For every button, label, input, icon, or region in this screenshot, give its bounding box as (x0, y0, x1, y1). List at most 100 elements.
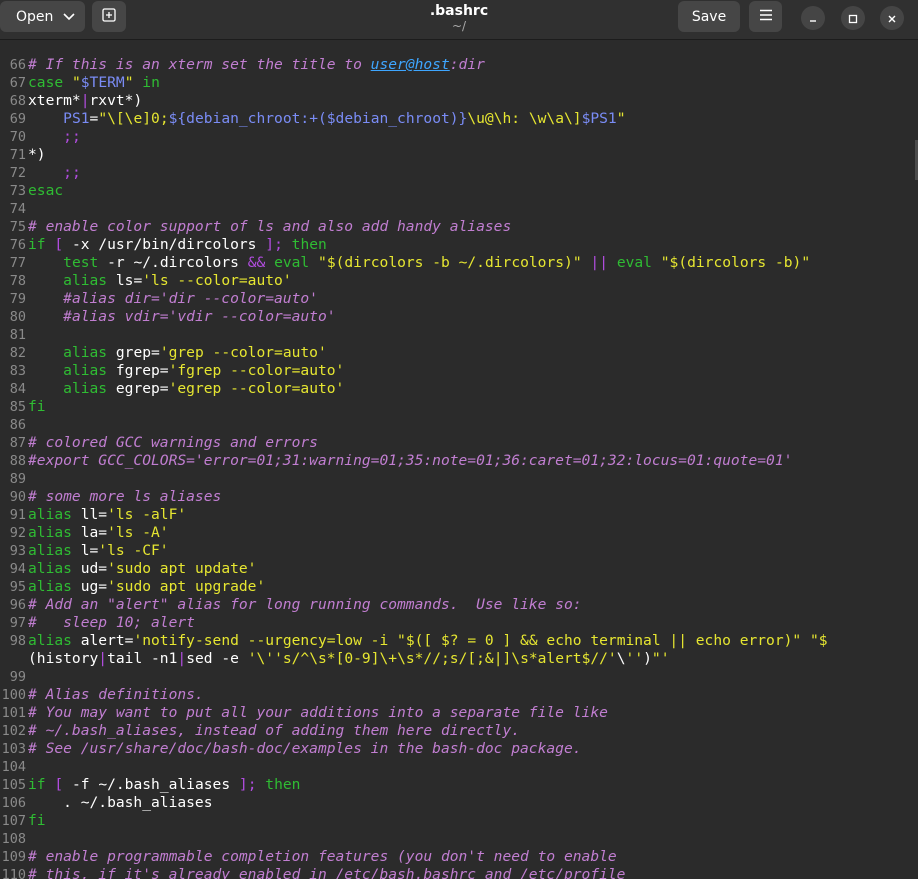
line-number: 76 (9, 237, 26, 253)
text-editor[interactable]: 66 # If this is an xterm set the title to… (0, 40, 918, 879)
code-line[interactable]: 96 # Add an "alert" alias for long runnin… (0, 596, 918, 614)
line-number: 71 (9, 147, 26, 163)
code-line[interactable]: 71 *) (0, 146, 918, 164)
line-number: 99 (9, 669, 26, 685)
code-line[interactable] (0, 40, 918, 56)
code-line[interactable]: 106 . ~/.bash_aliases (0, 794, 918, 812)
line-number: 75 (9, 219, 26, 235)
code-line[interactable]: 90 # some more ls aliases (0, 488, 918, 506)
line-number: 82 (9, 345, 26, 361)
line-text: # some more ls aliases (28, 488, 222, 505)
line-number: 91 (9, 507, 26, 523)
code-line[interactable]: 91 alias ll='ls -alF' (0, 506, 918, 524)
menu-button[interactable] (749, 1, 782, 32)
code-line[interactable]: 103 # See /usr/share/doc/bash-doc/example… (0, 740, 918, 758)
code-line[interactable]: 83 alias fgrep='fgrep --color=auto' (0, 362, 918, 380)
line-number: 94 (9, 561, 26, 577)
code-line[interactable]: 94 alias ud='sudo apt update' (0, 560, 918, 578)
code-line[interactable]: 89 (0, 470, 918, 488)
code-line[interactable]: 100 # Alias definitions. (0, 686, 918, 704)
code-line[interactable]: 84 alias egrep='egrep --color=auto' (0, 380, 918, 398)
code-line[interactable]: 101 # You may want to put all your additi… (0, 704, 918, 722)
code-line[interactable]: 102 # ~/.bash_aliases, instead of adding … (0, 722, 918, 740)
hamburger-menu-icon (759, 9, 773, 25)
code-line[interactable]: 74 (0, 200, 918, 218)
line-text: ;; (63, 128, 81, 145)
code-line[interactable]: 110 # this, if it's already enabled in /e… (0, 866, 918, 879)
line-number: 95 (9, 579, 26, 595)
code-line[interactable]: 78 alias ls='ls --color=auto' (0, 272, 918, 290)
code-line[interactable]: 93 alias l='ls -CF' (0, 542, 918, 560)
code-line[interactable]: 76 if [ -x /usr/bin/dircolors ]; then (0, 236, 918, 254)
line-number: 78 (9, 273, 26, 289)
line-text: alias l='ls -CF' (28, 542, 169, 559)
code-line[interactable]: 95 alias ug='sudo apt upgrade' (0, 578, 918, 596)
close-button[interactable] (880, 6, 904, 30)
open-button[interactable]: Open (0, 1, 85, 32)
code-line[interactable]: 85 fi (0, 398, 918, 416)
window-title: .bashrc (429, 3, 489, 19)
code-line[interactable]: 97 # sleep 10; alert (0, 614, 918, 632)
minimize-button[interactable] (801, 6, 825, 30)
code-line[interactable]: 73 esac (0, 182, 918, 200)
code-line[interactable]: 70 ;; (0, 128, 918, 146)
maximize-icon (848, 9, 858, 28)
line-text: alias ud='sudo apt update' (28, 560, 257, 577)
code-line[interactable]: 72 ;; (0, 164, 918, 182)
code-line[interactable]: 79 #alias dir='dir --color=auto' (0, 290, 918, 308)
line-text: # enable color support of ls and also ad… (28, 218, 512, 235)
code-line[interactable]: 68 xterm*|rxvt*) (0, 92, 918, 110)
close-icon (887, 9, 897, 28)
code-line[interactable]: 108 (0, 830, 918, 848)
code-line[interactable]: 107 fi (0, 812, 918, 830)
line-number: 90 (9, 489, 26, 505)
line-text: (history|tail -n1|sed -e '\''s/^\s*[0-9]… (28, 650, 670, 667)
code-line[interactable]: 69 PS1="\[\e]0;${debian_chroot:+($debian… (0, 110, 918, 128)
code-line[interactable]: 109 # enable programmable completion feat… (0, 848, 918, 866)
line-number: 97 (9, 615, 26, 631)
code-line[interactable]: 105 if [ -f ~/.bash_aliases ]; then (0, 776, 918, 794)
line-text: fi (28, 398, 46, 415)
line-number: 77 (9, 255, 26, 271)
code-line[interactable]: 77 test -r ~/.dircolors && eval "$(dirco… (0, 254, 918, 272)
line-number: 70 (9, 129, 26, 145)
code-line[interactable]: 67 case "$TERM" in (0, 74, 918, 92)
line-text: ;; (63, 164, 81, 181)
line-text: # If this is an xterm set the title to u… (28, 56, 485, 73)
line-number: 73 (9, 183, 26, 199)
code-line[interactable]: 66 # If this is an xterm set the title to… (0, 56, 918, 74)
code-line[interactable]: 82 alias grep='grep --color=auto' (0, 344, 918, 362)
code-line[interactable]: 75 # enable color support of ls and also … (0, 218, 918, 236)
code-line[interactable]: 92 alias la='ls -A' (0, 524, 918, 542)
line-number: 69 (9, 111, 26, 127)
line-text: # See /usr/share/doc/bash-doc/examples i… (28, 740, 582, 757)
line-text: *) (28, 146, 46, 163)
maximize-button[interactable] (841, 6, 865, 30)
line-number: 98 (9, 633, 26, 649)
line-number: 100 (1, 687, 26, 703)
code-line[interactable]: 98 alias alert='notify-send --urgency=low… (0, 632, 918, 650)
line-text: # You may want to put all your additions… (28, 704, 608, 721)
code-line[interactable]: 88 #export GCC_COLORS='error=01;31:warnin… (0, 452, 918, 470)
code-line[interactable]: 86 (0, 416, 918, 434)
line-number: 66 (9, 57, 26, 73)
line-number: 104 (1, 759, 26, 775)
line-text: #alias vdir='vdir --color=auto' (63, 308, 336, 325)
line-number: 105 (1, 777, 26, 793)
save-button[interactable]: Save (678, 1, 740, 32)
code-line[interactable]: 99 (0, 668, 918, 686)
line-number: 84 (9, 381, 26, 397)
line-text: xterm*|rxvt*) (28, 92, 143, 109)
line-text: alias alert='notify-send --urgency=low -… (28, 632, 828, 649)
code-line[interactable]: 80 #alias vdir='vdir --color=auto' (0, 308, 918, 326)
line-number: 67 (9, 75, 26, 91)
line-number: 81 (9, 327, 26, 343)
code-view[interactable]: 66 # If this is an xterm set the title to… (0, 40, 918, 879)
line-text: alias ls='ls --color=auto' (63, 272, 292, 289)
code-line[interactable]: 87 # colored GCC warnings and errors (0, 434, 918, 452)
code-line[interactable]: 104 (0, 758, 918, 776)
code-line[interactable]: (history|tail -n1|sed -e '\''s/^\s*[0-9]… (0, 650, 918, 668)
line-text: # ~/.bash_aliases, instead of adding the… (28, 722, 521, 739)
new-tab-button[interactable] (92, 1, 126, 32)
code-line[interactable]: 81 (0, 326, 918, 344)
